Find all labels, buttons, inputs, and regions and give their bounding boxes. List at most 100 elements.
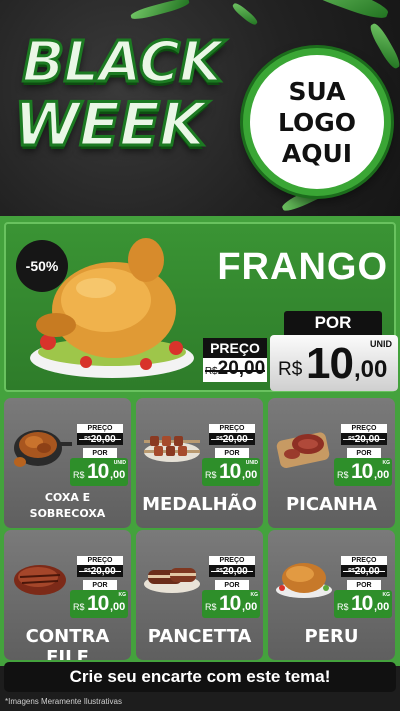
black-word: BLACK	[21, 29, 224, 97]
chicken-pot-icon	[14, 430, 72, 467]
product-card-medalhao: PREÇO R$20,00 POR R$ 10 ,00 UNID MEDALHÃ…	[136, 398, 263, 528]
por-label: POR	[83, 448, 117, 458]
ribbon-decoration	[129, 0, 191, 22]
preco-label: PREÇO	[77, 556, 123, 565]
logo-line-2: LOGO	[277, 107, 357, 137]
product-card-peru: PREÇO R$20,00 POR R$ 10 ,00 KG PERU	[268, 530, 395, 660]
preco-label: PREÇO	[341, 424, 387, 433]
new-price-integer: 10	[219, 460, 241, 483]
old-price: R$20,00	[341, 433, 387, 445]
preco-label: PREÇO	[77, 424, 123, 433]
por-label: POR	[215, 580, 249, 590]
new-price-currency: R$	[337, 470, 349, 480]
logo-line-3: AQUI	[281, 138, 353, 168]
hero-offer: -50% FRANGO POR PREÇO R$ 20,00 R$ 10 ,00…	[4, 222, 398, 392]
new-price: R$ 10 ,00 KG	[202, 590, 260, 618]
product-card-coxa: PREÇO R$20,00 POR R$ 10 ,00 UNID COXA E …	[4, 398, 131, 528]
por-label: POR	[284, 311, 382, 335]
price-unit: UNID	[113, 460, 126, 466]
new-price: R$ 10 ,00 KG	[334, 458, 392, 486]
new-price: R$ 10 ,00 UNID	[70, 458, 128, 486]
new-price-integer: 10	[87, 460, 109, 483]
new-price-integer: 10	[87, 592, 109, 615]
strike-line	[79, 439, 121, 440]
old-price: R$20,00	[209, 565, 255, 577]
new-price-currency: R$	[73, 470, 85, 480]
price-unit: UNID	[245, 460, 258, 466]
product-name: CONTRA FILE	[25, 626, 110, 660]
product-name: MEDALHÃO	[142, 494, 257, 515]
discount-badge: -50%	[16, 240, 68, 292]
price-unit: KG	[118, 592, 127, 598]
skewers-icon	[144, 436, 200, 462]
pancetta-icon	[144, 568, 200, 593]
logo-placeholder: SUA LOGO AQUI	[243, 48, 391, 196]
new-price: R$ 10 ,00 UNID	[202, 458, 260, 486]
strike-line	[343, 571, 385, 572]
new-price-integer: 10	[351, 460, 373, 483]
preco-label: PREÇO	[203, 338, 267, 358]
strike-line	[211, 439, 253, 440]
preco-label: PREÇO	[209, 424, 255, 433]
ribbon-decoration	[367, 21, 400, 71]
new-price-decimal: ,00	[242, 601, 258, 613]
por-label: POR	[347, 580, 381, 590]
week-word: WEEK	[13, 89, 208, 162]
new-price-currency: R$	[73, 602, 85, 612]
cta-banner[interactable]: Crie seu encarte com este tema!	[4, 662, 396, 692]
price-unit: UNID	[370, 339, 392, 349]
product-name: PICANHA	[285, 494, 378, 515]
product-name: PANCETTA	[147, 626, 252, 647]
preco-label: PREÇO	[341, 556, 387, 565]
preco-label: PREÇO	[209, 556, 255, 565]
new-price-decimal: ,00	[374, 469, 390, 481]
product-name: COXA E SOBRECOXA	[4, 490, 131, 522]
product-card-pancetta: PREÇO R$20,00 POR R$ 10 ,00 KG PANCETTA	[136, 530, 263, 660]
new-price-decimal: ,00	[110, 601, 126, 613]
disclaimer: *Imagens Meramente Ilustrativas	[5, 697, 122, 706]
new-price: R$ 10 ,00 UNID	[270, 335, 398, 391]
new-price-currency: R$	[278, 359, 303, 380]
product-card-picanha: PREÇO R$20,00 POR R$ 10 ,00 KG PICANHA	[268, 398, 395, 528]
por-label: POR	[215, 448, 249, 458]
price-unit: KG	[250, 592, 259, 598]
product-name-line-1: COXA E	[44, 491, 91, 504]
new-price-currency: R$	[337, 602, 349, 612]
old-price: R$20,00	[209, 433, 255, 445]
old-price: R$20,00	[341, 565, 387, 577]
new-price-integer: 10	[351, 592, 373, 615]
strike-line	[79, 571, 121, 572]
new-price: R$ 10 ,00 KG	[334, 590, 392, 618]
ribbon-decoration	[230, 1, 260, 27]
new-price-decimal: ,00	[242, 469, 258, 481]
steak-icon	[14, 565, 66, 595]
por-label: POR	[83, 580, 117, 590]
product-card-contra-file: PREÇO R$20,00 POR R$ 10 ,00 KG CONTRA FI…	[4, 530, 131, 660]
product-name-line-2: SOBRECOXA	[29, 507, 106, 520]
new-price-integer: 10	[306, 339, 354, 388]
new-price-currency: R$	[205, 602, 217, 612]
new-price: R$ 10 ,00 KG	[70, 590, 128, 618]
old-price-value: 20,00	[217, 358, 266, 379]
strike-line	[343, 439, 385, 440]
strike-line	[205, 370, 265, 372]
new-price-decimal: ,00	[110, 469, 126, 481]
roast-turkey-icon	[276, 563, 332, 598]
strike-line	[211, 571, 253, 572]
hero-product-name: FRANGO	[217, 246, 388, 288]
black-week-title: BLACK WEEK	[13, 29, 234, 180]
steak-board-icon	[276, 432, 330, 468]
header-banner: BLACK WEEK SUA LOGO AQUI	[0, 0, 400, 216]
new-price-currency: R$	[205, 470, 217, 480]
new-price-decimal: ,00	[354, 356, 388, 383]
por-label: POR	[347, 448, 381, 458]
old-price: R$ 20,00	[203, 358, 267, 382]
ribbon-decoration	[299, 0, 391, 23]
price-unit: KG	[382, 460, 391, 466]
price-unit: KG	[382, 592, 391, 598]
logo-line-1: SUA	[288, 76, 346, 106]
old-price: R$20,00	[77, 565, 123, 577]
old-price: R$20,00	[77, 433, 123, 445]
new-price-decimal: ,00	[374, 601, 390, 613]
new-price-integer: 10	[219, 592, 241, 615]
